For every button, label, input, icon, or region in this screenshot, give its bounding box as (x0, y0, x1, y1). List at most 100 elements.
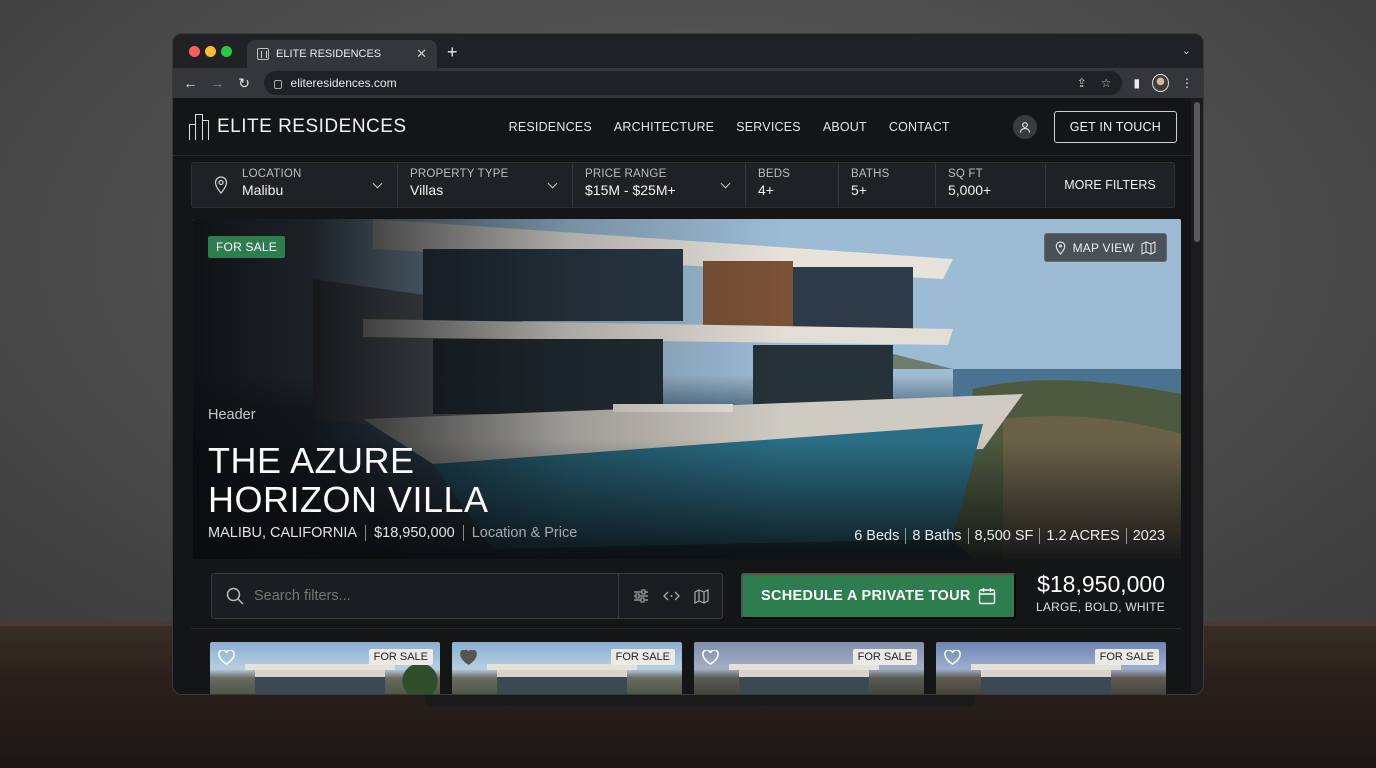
schedule-tour-button[interactable]: SCHEDULE A PRIVATE TOUR (741, 573, 1016, 619)
nav-residences[interactable]: RESIDENCES (509, 120, 592, 134)
filter-price-range-label: PRICE RANGE (585, 168, 667, 180)
map-view-label: MAP VIEW (1072, 240, 1134, 255)
filter-sqft-value: 5,000+ (948, 182, 992, 198)
price-display: $18,950,000 LARGE, BOLD, WHITE (1036, 571, 1165, 614)
spec-year: 2023 (1132, 528, 1165, 544)
house-photo (245, 664, 395, 694)
nav-about[interactable]: ABOUT (823, 120, 867, 134)
filter-baths[interactable]: BATHS 5+ (839, 163, 936, 207)
filter-beds[interactable]: BEDS 4+ (746, 163, 839, 207)
favorite-heart-icon[interactable] (460, 650, 477, 665)
tab-search-chevron-icon[interactable]: ⌄ (1182, 44, 1191, 57)
location-pin-icon (214, 176, 228, 194)
filter-beds-label: BEDS (758, 168, 791, 180)
property-location: MALIBU, CALIFORNIA (208, 525, 358, 541)
get-in-touch-button[interactable]: GET IN TOUCH (1053, 110, 1177, 143)
share-icon[interactable]: ⇪ (1077, 76, 1087, 90)
filter-location-label: LOCATION (242, 168, 302, 180)
house-photo (729, 664, 879, 694)
filter-beds-value: 4+ (758, 182, 774, 198)
lock-icon (273, 79, 282, 89)
price-value: $18,950,000 (1037, 571, 1165, 597)
side-panel-icon[interactable]: ▮ (1134, 76, 1141, 90)
url-text: eliteresidences.com (290, 76, 397, 90)
for-sale-tag: FOR SALE (368, 649, 433, 665)
search-icon (226, 587, 244, 605)
back-button[interactable]: ← (183, 75, 198, 91)
nav-services[interactable]: SERVICES (736, 120, 801, 134)
spec-area: 8,500 SF (974, 528, 1034, 544)
spec-lot: 1.2 ACRES (1046, 528, 1120, 544)
favorite-heart-icon[interactable] (944, 650, 961, 665)
map-view-button[interactable]: MAP VIEW (1043, 233, 1167, 262)
listing-card[interactable]: FOR SALE (694, 642, 924, 694)
price-note: LARGE, BOLD, WHITE (1036, 600, 1165, 614)
bookmark-star-icon[interactable]: ☆ (1101, 76, 1112, 90)
map-icon[interactable] (694, 588, 709, 604)
browser-window: ELITE RESIDENCES ✕ + ⌄ ← → ↻ elitereside… (172, 33, 1204, 695)
filter-sqft[interactable]: SQ FT 5,000+ (936, 163, 1046, 207)
for-sale-tag: FOR SALE (610, 649, 675, 665)
favorite-heart-icon[interactable] (702, 650, 719, 665)
filter-baths-label: BATHS (851, 168, 890, 180)
title-line-2: HORIZON VILLA (208, 479, 489, 520)
menu-kebab-icon[interactable]: ⋮ (1181, 76, 1193, 90)
site-header: ELITE RESIDENCES RESIDENCES ARCHITECTURE… (173, 98, 1193, 156)
minimize-window-button[interactable] (205, 46, 216, 57)
divider (1039, 528, 1041, 544)
reload-button[interactable]: ↻ (237, 75, 252, 92)
filter-baths-value: 5+ (851, 182, 867, 198)
maximize-window-button[interactable] (221, 46, 232, 57)
view-toggle-icon[interactable] (663, 590, 680, 602)
hero-listing: FOR SALE MAP VIEW Header THE AZURE HORIZ… (193, 219, 1181, 559)
filter-property-type[interactable]: PROPERTY TYPE Villas (398, 163, 573, 207)
location-pin-icon (1055, 240, 1065, 255)
for-sale-tag: FOR SALE (1094, 649, 1159, 665)
favorite-heart-icon[interactable] (218, 650, 235, 665)
nav-contact[interactable]: CONTACT (889, 120, 950, 134)
filter-property-type-value: Villas (410, 182, 444, 198)
profile-avatar[interactable] (1152, 74, 1169, 92)
sliders-icon[interactable] (633, 588, 649, 604)
filter-price-range-value: $15M - $25M+ (585, 182, 676, 198)
filter-bar: LOCATION Malibu PROPERTY TYPE Villas PRI… (191, 162, 1175, 208)
spec-beds: 6 Beds (854, 528, 900, 544)
listing-card[interactable]: FOR SALE (452, 642, 682, 694)
property-price: $18,950,000 (374, 525, 455, 541)
tree-shape (400, 660, 440, 694)
title-line-1: THE AZURE (208, 440, 415, 481)
tab-close-icon[interactable]: ✕ (416, 46, 427, 62)
main-nav: RESIDENCES ARCHITECTURE SERVICES ABOUT C… (509, 120, 950, 134)
action-bar: SCHEDULE A PRIVATE TOUR $18,950,000 LARG… (191, 561, 1181, 629)
location-price-note: Location & Price (471, 525, 578, 541)
page-viewport: ELITE RESIDENCES RESIDENCES ARCHITECTURE… (173, 98, 1193, 694)
for-sale-tag: FOR SALE (852, 649, 917, 665)
address-bar[interactable]: eliteresidences.com ⇪ ☆ (263, 71, 1122, 95)
nav-architecture[interactable]: ARCHITECTURE (614, 120, 714, 134)
property-title: THE AZURE HORIZON VILLA (208, 441, 489, 519)
building-logo-icon (189, 113, 209, 140)
tab-title: ELITE RESIDENCES (276, 48, 382, 60)
more-filters-button[interactable]: MORE FILTERS (1046, 163, 1174, 207)
site-logo[interactable]: ELITE RESIDENCES (189, 113, 407, 140)
filter-search-box (211, 573, 723, 619)
divider (905, 528, 907, 544)
schedule-tour-label: SCHEDULE A PRIVATE TOUR (761, 588, 971, 604)
filter-price-range[interactable]: PRICE RANGE $15M - $25M+ (573, 163, 746, 207)
map-icon (1141, 240, 1156, 255)
close-window-button[interactable] (189, 46, 200, 57)
filter-sqft-label: SQ FT (948, 168, 983, 180)
filter-location[interactable]: LOCATION Malibu (192, 163, 398, 207)
listing-card[interactable]: FOR SALE (936, 642, 1166, 694)
user-account-icon[interactable] (1012, 114, 1037, 139)
page-scrollbar[interactable] (1191, 98, 1203, 694)
property-specs: 6 Beds 8 Baths 8,500 SF 1.2 ACRES 2023 (854, 528, 1165, 544)
new-tab-button[interactable]: + (447, 42, 458, 63)
forward-button[interactable]: → (210, 75, 225, 91)
divider (365, 525, 367, 541)
search-input[interactable] (254, 588, 594, 604)
scrollbar-thumb[interactable] (1194, 102, 1200, 242)
listing-card[interactable]: FOR SALE (210, 642, 440, 694)
favicon-icon (257, 48, 269, 60)
browser-tab[interactable]: ELITE RESIDENCES ✕ (247, 40, 437, 68)
